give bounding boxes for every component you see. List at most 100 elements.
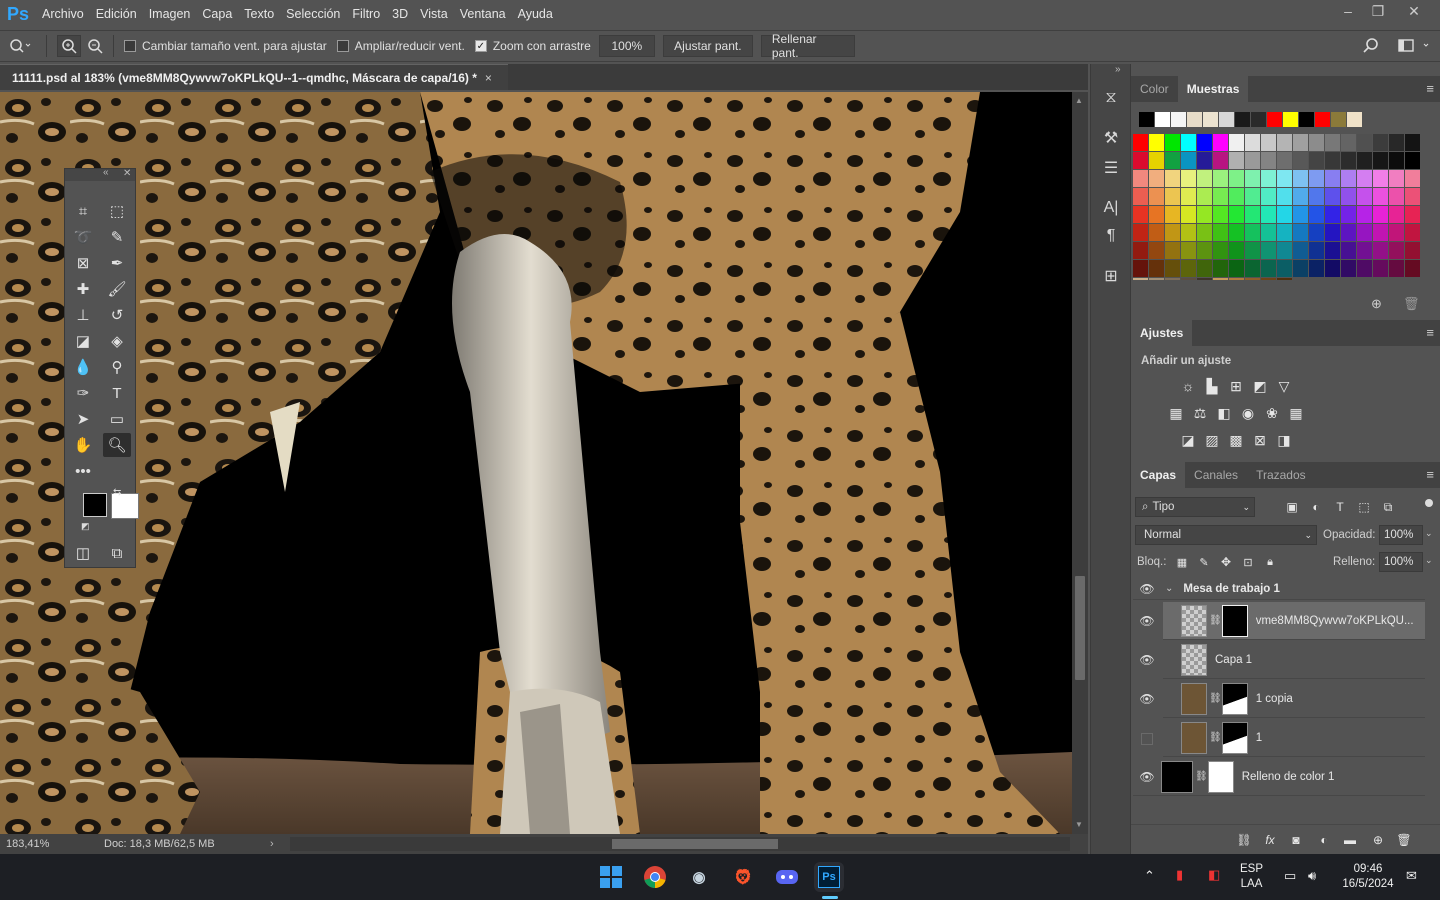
color-swatch[interactable] [1165,188,1180,205]
link-icon[interactable]: ⛓ [1209,732,1222,743]
color-swatch[interactable] [1149,260,1164,277]
dodge-tool-icon[interactable]: ⚲ [103,355,131,379]
clock[interactable]: 09:46 16/5/2024 [1336,862,1400,892]
color-swatch[interactable] [1373,188,1388,205]
marquee-tool-icon[interactable]: ⬚ [103,199,131,223]
color-swatch[interactable] [1219,112,1234,127]
color-swatch[interactable] [1133,152,1148,169]
lock-artboard-icon[interactable]: ⊡ [1239,553,1257,571]
menu-seleccion[interactable]: Selección [280,0,346,28]
visibility-eye-icon[interactable]: 👁︎ [1133,692,1161,706]
color-swatch[interactable] [1165,134,1180,151]
color-swatch[interactable] [1389,170,1404,187]
color-swatch[interactable] [1277,224,1292,241]
color-swatch[interactable] [1133,206,1148,223]
notification-icon[interactable]: ✉ [1406,868,1417,883]
hue-saturation-icon[interactable]: ▦ [1167,404,1185,422]
brightness-icon[interactable]: ☼ [1179,377,1197,395]
color-swatch[interactable] [1245,260,1260,277]
color-swatch[interactable] [1325,206,1340,223]
menu-imagen[interactable]: Imagen [143,0,197,28]
color-swatch[interactable] [1347,112,1362,127]
color-swatch[interactable] [1133,188,1148,205]
color-swatch[interactable] [1149,170,1164,187]
color-swatch[interactable] [1213,224,1228,241]
color-swatch[interactable] [1133,170,1148,187]
crop-tool-icon[interactable]: ⌗ [69,199,97,223]
layer-mask-thumbnail[interactable] [1207,760,1234,793]
color-swatch[interactable] [1405,260,1420,277]
zoom-all-checkbox[interactable]: Ampliar/reducir vent. [336,39,465,53]
layer-row[interactable]: 👁︎ ⛓ Relleno de color 1 [1133,758,1425,796]
filter-pixel-icon[interactable]: ▣ [1283,498,1301,516]
collapse-icon[interactable]: « [103,167,109,178]
color-swatch[interactable] [1325,224,1340,241]
properties-panel-icon[interactable]: ☰ [1099,156,1123,180]
scrollbar-thumb[interactable] [612,839,778,849]
horizontal-scrollbar[interactable] [290,837,1070,851]
color-swatch[interactable] [1309,170,1324,187]
color-swatch[interactable] [1373,260,1388,277]
color-swatch[interactable] [1405,206,1420,223]
color-swatch[interactable] [1277,206,1292,223]
curves-icon[interactable]: ⊞ [1227,377,1245,395]
color-swatch[interactable] [1165,152,1180,169]
lock-position-icon[interactable]: ✥ [1217,553,1235,571]
link-icon[interactable]: ⛓ [1209,615,1222,626]
zoom-tool-preset-icon[interactable] [0,38,40,54]
tab-swatches[interactable]: Muestras [1177,76,1249,102]
color-balance-icon[interactable]: ⚖ [1191,404,1209,422]
new-swatch-icon[interactable]: ⊕ [1371,296,1382,312]
color-swatch[interactable] [1331,112,1346,127]
color-swatch[interactable] [1389,206,1404,223]
color-swatch[interactable] [1229,278,1244,280]
color-swatch[interactable] [1187,112,1202,127]
chevron-down-icon[interactable]: ⌄ [1165,583,1173,594]
color-swatch[interactable] [1357,224,1372,241]
color-swatch[interactable] [1373,134,1388,151]
scrubby-zoom-checkbox[interactable]: ✓ Zoom con arrastre [474,39,591,53]
color-swatch[interactable] [1149,134,1164,151]
layer-filter-select[interactable]: ⌕ Tipo ⌄ [1135,497,1255,517]
lock-transparent-icon[interactable]: ▦ [1173,553,1191,571]
blend-mode-select[interactable]: Normal ⌄ [1135,525,1317,545]
document-tab[interactable]: 11111.psd al 183% (vme8MM8Qywvw7oKPLkQU-… [0,64,508,90]
color-swatch[interactable] [1165,206,1180,223]
color-swatch[interactable] [1309,242,1324,259]
color-swatch[interactable] [1181,188,1196,205]
brush-tool-icon[interactable]: 🖌 [103,277,131,301]
color-swatch[interactable] [1229,134,1244,151]
color-swatch[interactable] [1149,242,1164,259]
color-swatch[interactable] [1277,242,1292,259]
layer-row[interactable]: ⛓ vme8MM8Qywvw7oKPLkQU... [1163,602,1425,640]
color-swatch[interactable] [1213,206,1228,223]
color-swatch[interactable] [1261,278,1276,280]
history-brush-icon[interactable]: ↺ [103,303,131,327]
pen-tool-icon[interactable]: ✑ [69,381,97,405]
close-tab-icon[interactable]: × [485,71,492,85]
gradient-map-icon[interactable]: ◨ [1275,431,1293,449]
color-swatch[interactable] [1373,242,1388,259]
color-swatch[interactable] [1213,152,1228,169]
color-swatch[interactable] [1293,152,1308,169]
workspace-icon[interactable] [1398,38,1432,57]
zoom-out-icon[interactable] [83,35,107,57]
new-layer-icon[interactable]: ⊕ [1369,831,1387,849]
link-layers-icon[interactable]: ⛓ [1235,831,1253,849]
layer-mask-thumbnail[interactable] [1221,604,1248,637]
color-swatch[interactable] [1405,224,1420,241]
menu-edicion[interactable]: Edición [90,0,143,28]
color-swatch[interactable] [1149,278,1164,280]
color-swatch[interactable] [1155,112,1170,127]
color-swatch[interactable] [1245,134,1260,151]
color-swatch[interactable] [1373,170,1388,187]
color-swatch[interactable] [1293,134,1308,151]
hand-tool-icon[interactable]: ✋ [69,433,97,457]
color-swatch[interactable] [1261,260,1276,277]
opacity-input[interactable]: 100% [1379,525,1423,545]
visibility-eye-icon[interactable]: 👁︎ [1133,614,1161,628]
color-swatch[interactable] [1165,278,1180,280]
language-indicator[interactable]: ESP LAA [1240,862,1263,892]
color-swatch[interactable] [1373,224,1388,241]
channel-mixer-icon[interactable]: ❀ [1263,404,1281,422]
